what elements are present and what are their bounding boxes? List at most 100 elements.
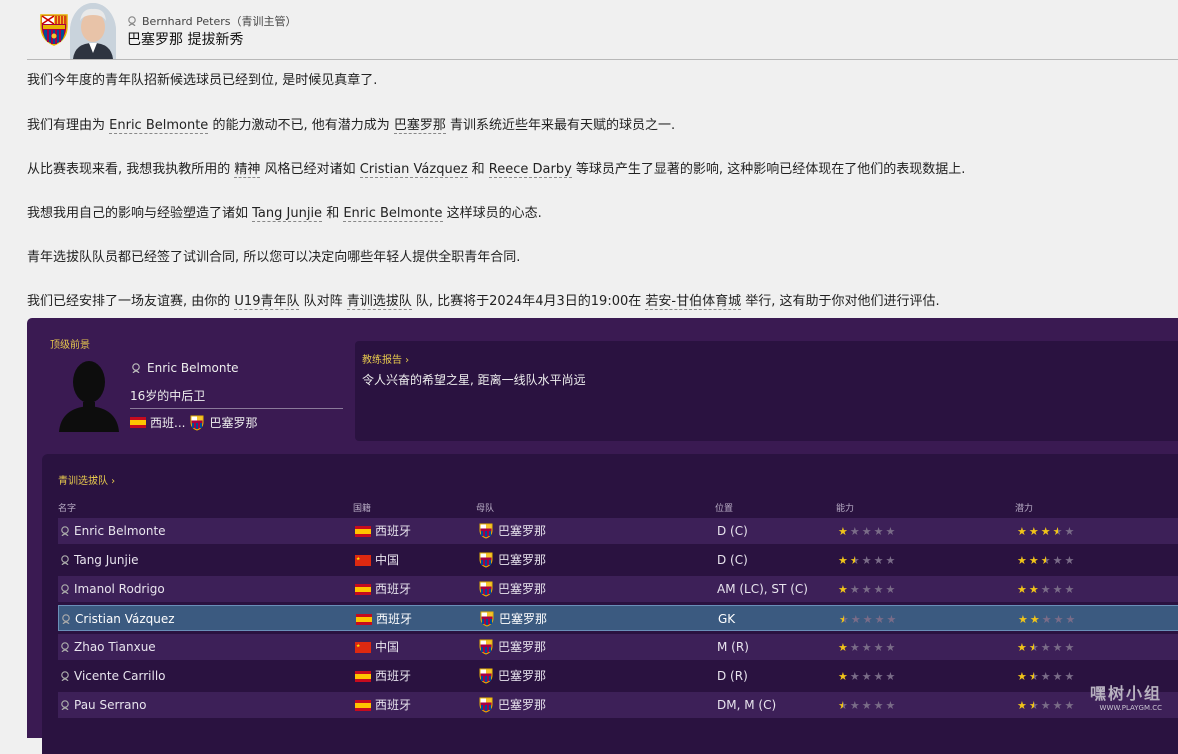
player-link-enric-belmonte[interactable]: Enric Belmonte [109,118,209,134]
nationality-cell[interactable]: 中国 [355,547,399,573]
table-row[interactable]: Vicente Carrillo 西班牙 巴塞罗那 D (R) ★ ★ ★ ★ ★ ★ ★ ★ ★ ★ [58,663,1178,689]
nationality-text: 西班牙 [375,582,412,596]
player-name-cell[interactable]: Imanol Rodrigo [60,576,165,602]
star-icon: ★ [849,698,860,712]
star-icon: ★ [838,698,848,712]
nationality-cell[interactable]: 西班牙 [355,663,411,689]
column-header-parent-club[interactable]: 母队 [476,501,494,514]
player-link-tang-junjie[interactable]: Tang Junjie [252,206,323,222]
column-header-potential[interactable]: 潜力 [1015,501,1033,514]
table-row[interactable]: Cristian Vázquez 西班牙 巴塞罗那 GK ★ ★ ★ ★ ★ ★ ★ ★ ★ ★ [58,605,1178,631]
player-name-cell[interactable]: Tang Junjie [60,547,139,573]
text-span: 风格已经对诸如 [260,162,360,177]
position-cell: AM (LC), ST (C) [717,582,808,596]
team-link-u19[interactable]: U19青年队 [234,294,300,310]
player-link-reece-darby[interactable]: Reece Darby [488,162,572,178]
star-icon: ★ [885,698,896,712]
star-icon: ★ [1064,669,1075,683]
fc-barcelona-crest-icon [190,415,204,431]
coach-report-link[interactable]: 教练报告 › [362,351,409,366]
club-text: 巴塞罗那 [498,669,547,683]
player-name[interactable]: Vicente Carrillo [74,663,166,689]
parent-club-cell[interactable]: 巴塞罗那 [478,518,546,544]
star-icon: ★ [1040,553,1051,567]
table-row[interactable]: Enric Belmonte 西班牙 巴塞罗那 D (C) ★ ★ ★ ★ ★ ★ ★ ★ ★ ★ [58,518,1178,544]
player-name[interactable]: Cristian Vázquez [75,606,175,632]
message-paragraph-5: 青年选拔队队员都已经签了试训合同, 所以您可以决定向哪些年轻人提供全职青年合同. [27,250,521,265]
nationality-cell[interactable]: 西班牙 [355,692,411,718]
star-icon: ★ [1018,612,1028,626]
player-link-enric-belmonte[interactable]: Enric Belmonte [343,206,443,222]
star-icon: ★ [1028,553,1039,567]
player-link-cristian-vazquez[interactable]: Cristian Vázquez [359,162,468,178]
coach-report-box: 教练报告 › 令人兴奋的希望之星, 距离一线队水平尚远 [355,341,1178,441]
star-icon: ★ [1052,524,1063,538]
column-header-ability[interactable]: 能力 [836,501,854,514]
sender-name[interactable]: Bernhard Peters（青训主管） [142,13,296,29]
star-icon: ★ [873,524,884,538]
fc-barcelona-crest-icon [479,523,493,539]
stadium-link[interactable]: 若安-甘伯体育城 [645,294,742,310]
person-icon [61,700,69,710]
column-header-nationality[interactable]: 国籍 [353,501,371,514]
star-icon: ★ [874,612,885,626]
player-name-cell[interactable]: Vicente Carrillo [60,663,166,689]
player-name[interactable]: Imanol Rodrigo [74,576,165,602]
nationality-text[interactable]: 西班... [150,414,185,431]
text-span: 从比赛表现来看, 我想我执教所用的 [27,162,235,177]
parent-club-cell[interactable]: 巴塞罗那 [478,663,546,689]
parent-club-cell[interactable]: 巴塞罗那 [479,606,547,632]
star-icon: ★ [873,669,884,683]
player-name[interactable]: Tang Junjie [74,547,139,573]
player-name[interactable]: Enric Belmonte [74,518,166,544]
person-icon [61,671,69,681]
top-prospect-name[interactable]: Enric Belmonte [131,361,239,375]
player-name-cell[interactable]: Enric Belmonte [60,518,166,544]
player-name-cell[interactable]: Pau Serrano [60,692,146,718]
watermark-url: WWW.PLAYGM.CC [1099,704,1162,712]
club-text: 巴塞罗那 [498,698,547,712]
nationality-cell[interactable]: 西班牙 [355,518,411,544]
player-name-cell[interactable]: Cristian Vázquez [61,606,175,632]
parent-club-cell[interactable]: 巴塞罗那 [478,692,546,718]
parent-club-cell[interactable]: 巴塞罗那 [478,576,546,602]
person-icon [62,614,70,624]
star-icon: ★ [838,524,848,538]
table-row[interactable]: Tang Junjie 中国 巴塞罗那 D (C) ★ ★ ★ ★ ★ ★ ★ ★ ★ ★ [58,547,1178,573]
style-link[interactable]: 精神 [234,162,261,178]
nationality-cell[interactable]: 西班牙 [356,606,412,632]
star-icon: ★ [886,612,897,626]
column-header-position[interactable]: 位置 [715,501,733,514]
text-span: 我们已经安排了一场友谊赛, 由你的 [27,294,235,309]
table-row[interactable]: Imanol Rodrigo 西班牙 巴塞罗那 AM (LC), ST (C) ★ ★ ★ ★… [58,576,1178,602]
table-row[interactable]: Pau Serrano 西班牙 巴塞罗那 DM, M (C) ★ ★ ★ ★ ★ ★ ★ ★ ★ ★ [58,692,1178,718]
youth-squad-link[interactable]: 青训选拔队 › [58,472,115,487]
star-icon: ★ [885,669,896,683]
club-link-barcelona[interactable]: 巴塞罗那 [393,118,446,134]
star-icon: ★ [849,640,860,654]
club-text[interactable]: 巴塞罗那 [209,414,257,431]
nationality-cell[interactable]: 西班牙 [355,576,411,602]
club-text: 巴塞罗那 [498,524,547,538]
player-name-cell[interactable]: Zhao Tianxue [60,634,156,660]
star-icon: ★ [849,669,860,683]
star-icon: ★ [1064,640,1075,654]
person-icon [132,363,140,373]
fc-barcelona-crest-icon [479,581,493,597]
top-prospect-name-text: Enric Belmonte [147,361,239,375]
parent-club-cell[interactable]: 巴塞罗那 [478,547,546,573]
nationality-cell[interactable]: 中国 [355,634,399,660]
star-icon: ★ [861,640,872,654]
team-link-youth-intake[interactable]: 青训选拔队 [346,294,412,310]
player-name[interactable]: Pau Serrano [74,692,146,718]
column-header-name[interactable]: 名字 [58,501,76,514]
table-row[interactable]: Zhao Tianxue 中国 巴塞罗那 M (R) ★ ★ ★ ★ ★ ★ ★ ★ ★ ★ [58,634,1178,660]
text-span: 我想我用自己的影响与经验塑造了诸如 [27,206,253,221]
star-icon: ★ [1017,553,1027,567]
message-paragraph-1: 我们今年度的青年队招新候选球员已经到位, 是时候见真章了. [27,73,378,88]
club-text: 巴塞罗那 [498,582,547,596]
parent-club-cell[interactable]: 巴塞罗那 [478,634,546,660]
player-name[interactable]: Zhao Tianxue [74,634,156,660]
text-span: 的能力激动不已, 他有潜力成为 [208,118,394,133]
star-icon: ★ [1064,582,1075,596]
